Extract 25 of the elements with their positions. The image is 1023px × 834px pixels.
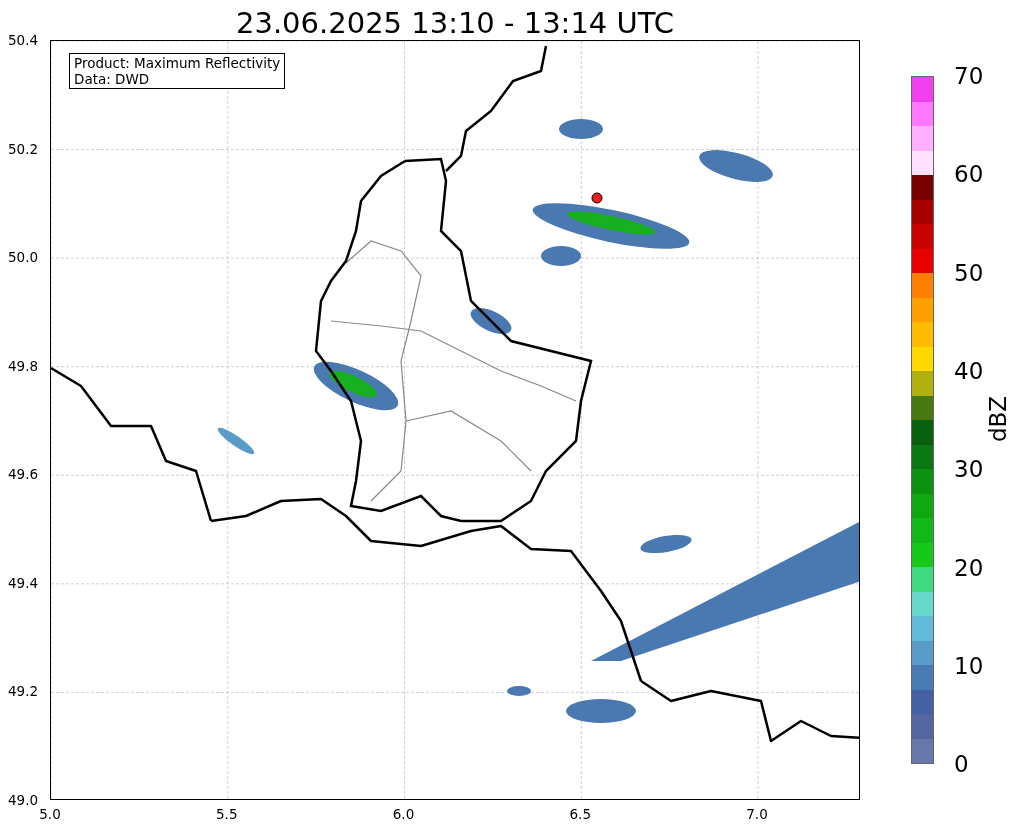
axis-tick-label: 50.2	[8, 140, 39, 157]
axis-tick-label: 49.0	[8, 792, 39, 808]
axis-tick-label: 6.0	[392, 806, 415, 822]
chart-title: 23.06.2025 13:10 - 13:14 UTC	[236, 5, 674, 42]
axis-tick-label: 6.5	[569, 806, 591, 822]
axis-tick-label: 7.0	[746, 806, 768, 822]
colorbar-tick-label: 70	[954, 62, 984, 90]
colorbar-tick-label: 10	[954, 651, 984, 680]
info-text: Product: Maximum Reflectivity	[74, 55, 281, 71]
colorbar-tick-label: 30	[954, 455, 984, 484]
axis-tick-label: 49.4	[8, 574, 39, 591]
axis-tick-label: 50.0	[8, 249, 39, 266]
colorbar-tick-label: 20	[954, 553, 984, 582]
colorbar-tick-label: 0	[954, 750, 969, 779]
axis-tick-label: 49.6	[8, 466, 39, 483]
axis-tick-label: 50.4	[8, 32, 39, 48]
colorbar-label: dBZ	[984, 395, 1013, 443]
axis-tick-label: 5.5	[216, 806, 238, 822]
axis-tick-label: 49.2	[8, 683, 39, 700]
axis-tick-label: 5.0	[39, 806, 61, 822]
info-text: Data: DWD	[74, 71, 151, 87]
colorbar-tick-label: 50	[954, 258, 984, 287]
colorbar-tick-label: 40	[954, 356, 984, 385]
axis-tick-label: 49.8	[8, 357, 39, 374]
colorbar-tick-label: 60	[954, 160, 984, 189]
